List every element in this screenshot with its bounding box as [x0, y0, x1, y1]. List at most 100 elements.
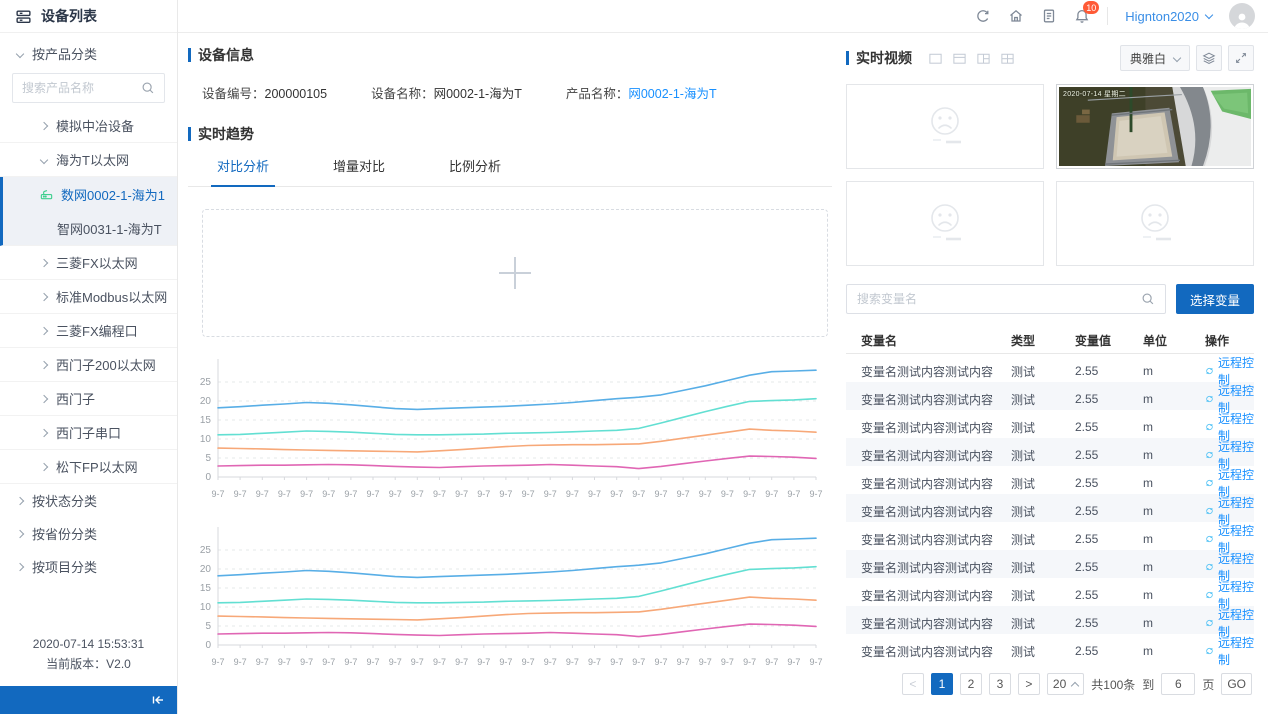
document-icon[interactable]: [1041, 8, 1057, 24]
device-info-fields: 设备编号：200000105 设备名称：网0002-1-海为T 产品名称：网00…: [202, 83, 832, 102]
tree-category[interactable]: 按状态分类: [0, 484, 177, 517]
search-icon[interactable]: [1141, 292, 1155, 306]
video-title-text: 实时视频: [856, 48, 912, 68]
cell-type: 测试: [1011, 503, 1075, 520]
tree-device-selected[interactable]: 数网0002-1-海为1: [3, 177, 177, 211]
cell-unit: m: [1143, 448, 1205, 462]
home-icon[interactable]: [1008, 8, 1024, 24]
title-accent-bar: [846, 51, 849, 65]
svg-text:9-7: 9-7: [588, 657, 601, 667]
device-name-label: 设备名称：: [371, 87, 434, 101]
svg-text:9-7: 9-7: [610, 657, 623, 667]
tree-device[interactable]: 智网0031-1-海为T: [3, 211, 177, 245]
tree-label: 海为T以太网: [56, 150, 129, 169]
svg-text:9-7: 9-7: [366, 657, 379, 667]
tree-product-item[interactable]: 松下FP以太网: [0, 450, 177, 484]
tree-category[interactable]: 按省份分类: [0, 517, 177, 550]
search-icon[interactable]: [141, 81, 155, 95]
page-button-2[interactable]: 2: [960, 673, 982, 695]
page-button-1[interactable]: 1: [931, 673, 953, 695]
svg-text:9-7: 9-7: [211, 489, 224, 499]
page-button-3[interactable]: 3: [989, 673, 1011, 695]
tree-product-item[interactable]: 海为T以太网: [0, 143, 177, 177]
video-slot-live-feed[interactable]: 2020-07-14 星期二: [1056, 84, 1254, 169]
tree-category[interactable]: 按项目分类: [0, 550, 177, 583]
svg-text:9-7: 9-7: [544, 489, 557, 499]
theme-select[interactable]: 典雅白: [1120, 45, 1190, 71]
tree-label: 西门子串口: [56, 423, 121, 442]
tree-product-item[interactable]: 三菱FX编程口: [0, 314, 177, 348]
cell-variable-name: 变量名测试内容测试内容: [861, 587, 1011, 604]
svg-text:9-7: 9-7: [566, 489, 579, 499]
tree-product-item[interactable]: 模拟中冶设备: [0, 109, 177, 143]
select-variable-button[interactable]: 选择变量: [1176, 284, 1254, 314]
cell-variable-name: 变量名测试内容测试内容: [861, 531, 1011, 548]
variables-table-header: 变量名 类型 变量值 单位 操作: [846, 327, 1254, 354]
layout-two-split-icon[interactable]: [952, 51, 967, 66]
tree-product-item[interactable]: 西门子: [0, 382, 177, 416]
layers-button[interactable]: [1196, 45, 1222, 71]
svg-text:9-7: 9-7: [234, 657, 247, 667]
video-slot-empty-3[interactable]: [1056, 181, 1254, 266]
tree-label: 松下FP以太网: [56, 457, 138, 476]
page-size-value: 20: [1053, 677, 1066, 691]
total-count-label: 共100条: [1091, 676, 1135, 693]
device-online-icon: [39, 187, 54, 202]
chevron-down-icon: [1173, 54, 1181, 62]
tree-category[interactable]: 按产品分类: [0, 37, 177, 70]
chevron-right-icon: [40, 258, 48, 266]
svg-text:9-7: 9-7: [278, 657, 291, 667]
add-chart-placeholder[interactable]: [202, 209, 828, 337]
cell-type: 测试: [1011, 615, 1075, 632]
product-name-link[interactable]: 网0002-1-海为T: [628, 87, 716, 101]
cell-variable-name: 变量名测试内容测试内容: [861, 447, 1011, 464]
svg-text:9-7: 9-7: [588, 489, 601, 499]
svg-text:10: 10: [200, 602, 212, 613]
table-row: 变量名测试内容测试内容测试2.55m远程控制: [846, 438, 1254, 466]
cell-unit: m: [1143, 560, 1205, 574]
notification-bell-icon[interactable]: 10: [1074, 8, 1090, 24]
next-page-button[interactable]: >: [1018, 673, 1040, 695]
fullscreen-expand-button[interactable]: [1228, 45, 1254, 71]
refresh-icon[interactable]: [975, 8, 991, 24]
tree-product-item[interactable]: 标准Modbus以太网: [0, 280, 177, 314]
jump-page-input[interactable]: [1161, 673, 1195, 695]
remote-control-icon: [1205, 393, 1214, 405]
variable-search-input[interactable]: [857, 292, 1133, 306]
cell-unit: m: [1143, 504, 1205, 518]
layout-three-split-icon[interactable]: [976, 51, 991, 66]
remote-control-icon: [1205, 421, 1214, 433]
layout-single-icon[interactable]: [928, 51, 943, 66]
cell-variable-name: 变量名测试内容测试内容: [861, 391, 1011, 408]
tree-product-item[interactable]: 三菱FX以太网: [0, 246, 177, 280]
video-slot-empty-2[interactable]: [846, 181, 1044, 266]
remote-control-icon: [1205, 561, 1214, 573]
cell-unit: m: [1143, 392, 1205, 406]
avatar[interactable]: [1229, 3, 1255, 29]
user-menu[interactable]: Hignton2020: [1125, 9, 1212, 24]
tab-increment-compare[interactable]: 增量对比: [333, 156, 385, 186]
product-search-input[interactable]: [22, 81, 135, 95]
cell-unit: m: [1143, 420, 1205, 434]
layout-four-grid-icon[interactable]: [1000, 51, 1015, 66]
col-unit: 单位: [1143, 332, 1205, 349]
remote-control-link[interactable]: 远程控制: [1205, 634, 1254, 668]
go-button[interactable]: GO: [1221, 673, 1252, 695]
video-header-controls: 典雅白: [1120, 45, 1254, 71]
svg-text:9-7: 9-7: [234, 489, 247, 499]
svg-text:9-7: 9-7: [787, 489, 800, 499]
tree-product-item[interactable]: 西门子串口: [0, 416, 177, 450]
svg-text:25: 25: [200, 377, 212, 388]
page-size-select[interactable]: 20: [1047, 673, 1084, 695]
tree-product-item[interactable]: 西门子200以太网: [0, 348, 177, 382]
prev-page-button[interactable]: <: [902, 673, 924, 695]
camera-timestamp-overlay: 2020-07-14 星期二: [1063, 89, 1126, 99]
video-layout-switcher: [928, 51, 1015, 66]
video-slot-empty-1[interactable]: [846, 84, 1044, 169]
collapse-sidebar-icon[interactable]: [150, 692, 166, 708]
tab-compare-analysis[interactable]: 对比分析: [217, 156, 269, 186]
device-name-field: 设备名称：网0002-1-海为T: [371, 83, 522, 102]
tab-ratio-analysis[interactable]: 比例分析: [449, 156, 501, 186]
tree-device-label: 数网0002-1-海为1: [61, 185, 165, 204]
cell-unit: m: [1143, 644, 1205, 658]
